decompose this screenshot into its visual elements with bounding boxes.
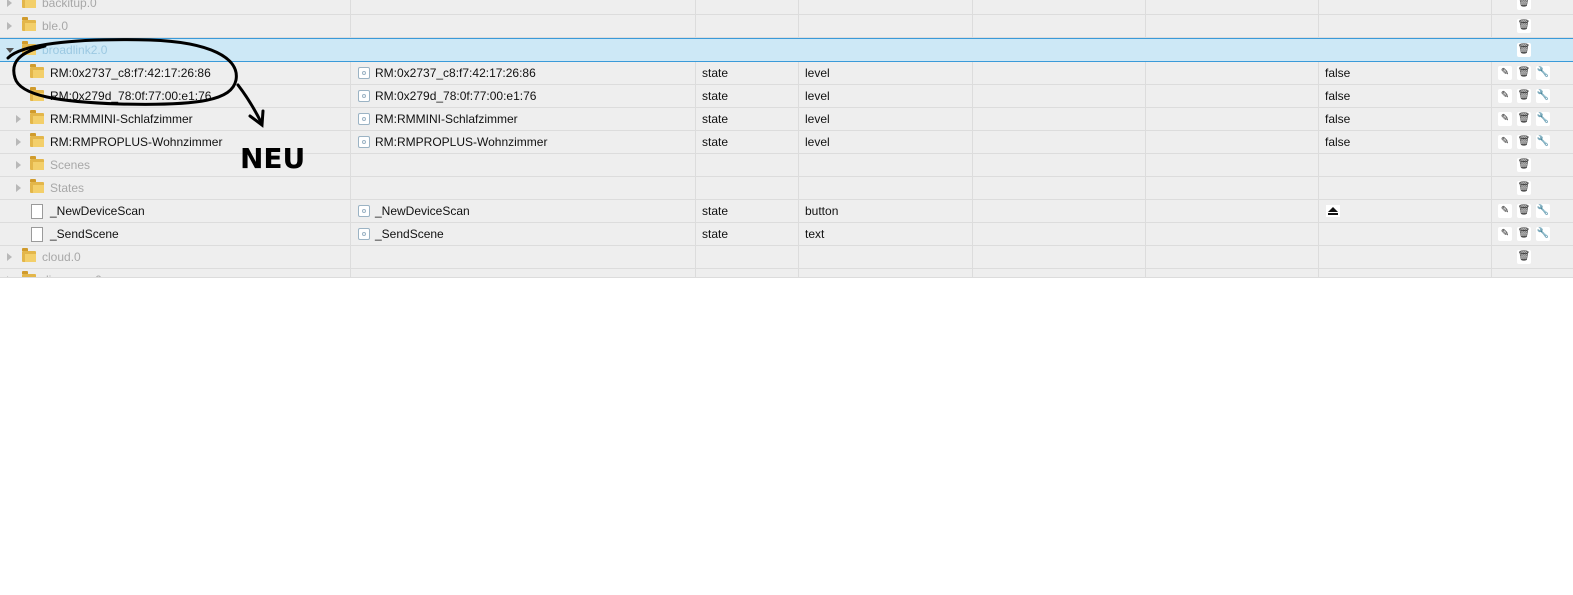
delete-icon[interactable]: 🗑 [1517, 19, 1531, 33]
tree-row-sendscene[interactable]: _SendScene _SendScene state text ✎ 🗑 🔧 [0, 223, 1573, 246]
row-label: cloud.0 [42, 250, 81, 264]
row-label: discovery.0 [42, 269, 102, 277]
type-text: state [702, 66, 729, 80]
row-label: Scenes [50, 158, 91, 172]
row-label: backitup.0 [42, 0, 97, 10]
folder-icon [22, 41, 36, 55]
wrench-icon[interactable]: 🔧 [1536, 66, 1550, 80]
state-icon [358, 228, 370, 240]
tree-row-ble[interactable]: ble.0 🗑 [0, 15, 1573, 38]
expand-triangle-icon[interactable] [16, 161, 21, 169]
tree-row-scenes[interactable]: Scenes 🗑 [0, 154, 1573, 177]
wrench-icon[interactable]: 🔧 [1536, 227, 1550, 241]
delete-icon[interactable]: 🗑 [1517, 181, 1531, 195]
folder-icon [30, 156, 44, 170]
type-text: state [702, 89, 729, 103]
edit-icon[interactable]: ✎ [1498, 112, 1512, 126]
folder-icon [22, 271, 36, 277]
delete-icon[interactable]: 🗑 [1517, 43, 1531, 57]
role-text: level [805, 112, 830, 126]
type-text: state [702, 135, 729, 149]
role-text: level [805, 135, 830, 149]
state-icon [358, 90, 370, 102]
name-cell: backitup.0 [0, 0, 351, 14]
role-text: level [805, 89, 830, 103]
value-text[interactable]: false [1325, 85, 1350, 107]
type-text: state [702, 112, 729, 126]
tree-row-cloud[interactable]: cloud.0 🗑 [0, 246, 1573, 269]
expand-triangle-icon[interactable] [7, 0, 12, 7]
tree-row-broadlink[interactable]: broadlink2.0 🗑 [0, 38, 1573, 62]
delete-icon[interactable]: 🗑 [1517, 66, 1531, 80]
state-icon [358, 113, 370, 125]
row-label: ble.0 [42, 19, 69, 33]
value-text[interactable]: false [1325, 62, 1350, 84]
expand-triangle-icon[interactable] [7, 253, 12, 261]
role-text: level [805, 66, 830, 80]
wrench-icon[interactable]: 🔧 [1536, 112, 1550, 126]
edit-icon[interactable]: ✎ [1498, 135, 1512, 149]
collapse-triangle-icon[interactable] [6, 48, 14, 53]
edit-icon[interactable]: ✎ [1498, 89, 1512, 103]
delete-icon[interactable]: 🗑 [1517, 89, 1531, 103]
object-tree: backitup.0 🗑 ble.0 🗑 broadlink2.0 🗑 RM:0… [0, 0, 1573, 278]
folder-icon [22, 17, 36, 31]
wrench-icon[interactable]: 🔧 [1536, 135, 1550, 149]
row-label: States [50, 181, 85, 195]
object-id: _SendScene [375, 227, 444, 241]
edit-icon[interactable]: ✎ [1498, 66, 1512, 80]
delete-icon[interactable]: 🗑 [1517, 227, 1531, 241]
tree-row-discovery[interactable]: discovery.0 [0, 269, 1573, 278]
tree-row-rm-2737[interactable]: RM:0x2737_c8:f7:42:17:26:86 RM:0x2737_c8… [0, 62, 1573, 85]
wrench-icon[interactable]: 🔧 [1536, 204, 1550, 218]
folder-icon [22, 248, 36, 262]
delete-icon[interactable]: 🗑 [1517, 204, 1531, 218]
delete-icon[interactable]: 🗑 [1517, 158, 1531, 172]
eject-button-icon[interactable] [1326, 205, 1340, 217]
tree-row-rmmini[interactable]: RM:RMMINI-Schlafzimmer RM:RMMINI-Schlafz… [0, 108, 1573, 131]
state-icon [358, 67, 370, 79]
folder-icon [30, 179, 44, 193]
object-id: RM:RMPROPLUS-Wohnzimmer [375, 135, 548, 149]
expand-triangle-icon[interactable] [7, 276, 12, 277]
wrench-icon[interactable]: 🔧 [1536, 89, 1550, 103]
row-label: broadlink2.0 [42, 43, 108, 57]
tree-row-newdevicescan[interactable]: _NewDeviceScan _NewDeviceScan state butt… [0, 200, 1573, 223]
role-text: text [805, 227, 825, 241]
delete-icon[interactable]: 🗑 [1517, 112, 1531, 126]
object-id: RM:RMMINI-Schlafzimmer [375, 112, 518, 126]
edit-icon[interactable]: ✎ [1498, 227, 1512, 241]
type-text: state [702, 227, 729, 241]
tree-row-states[interactable]: States 🗑 [0, 177, 1573, 200]
edit-icon[interactable]: ✎ [1498, 204, 1512, 218]
tree-row-backitup[interactable]: backitup.0 🗑 [0, 0, 1573, 15]
state-icon [358, 136, 370, 148]
delete-icon[interactable]: 🗑 [1517, 250, 1531, 264]
object-id: RM:0x279d_78:0f:77:00:e1:76 [375, 89, 537, 103]
delete-icon[interactable]: 🗑 [1517, 135, 1531, 149]
value-text[interactable]: false [1325, 131, 1350, 153]
tree-row-rm-279d[interactable]: RM:0x279d_78:0f:77:00:e1:76 RM:0x279d_78… [0, 85, 1573, 108]
value-text[interactable]: false [1325, 108, 1350, 130]
expand-triangle-icon[interactable] [16, 184, 21, 192]
delete-icon[interactable]: 🗑 [1517, 0, 1531, 10]
object-id: RM:0x2737_c8:f7:42:17:26:86 [375, 66, 536, 80]
expand-triangle-icon[interactable] [7, 22, 12, 30]
folder-icon [22, 0, 36, 8]
tree-row-rmproplus[interactable]: RM:RMPROPLUS-Wohnzimmer RM:RMPROPLUS-Woh… [0, 131, 1573, 154]
